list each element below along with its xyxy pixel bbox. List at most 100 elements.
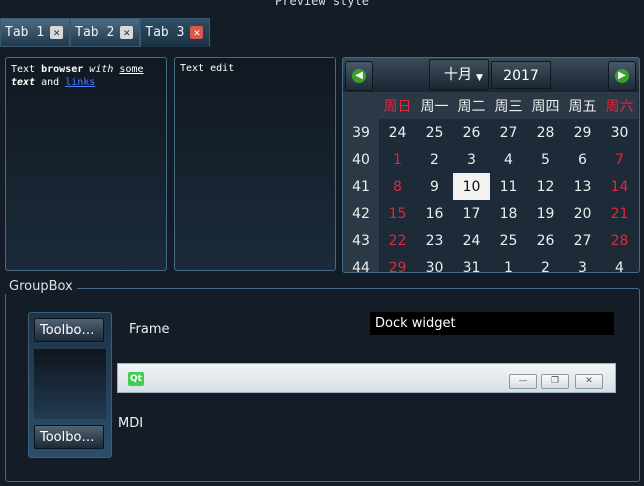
mdi-label: MDI bbox=[118, 416, 144, 431]
tab-label: Tab 2 bbox=[75, 25, 115, 40]
calendar-day[interactable]: 4 bbox=[490, 146, 527, 173]
prev-month-button[interactable]: ◀ bbox=[345, 61, 373, 91]
calendar-day[interactable]: 25 bbox=[416, 119, 453, 146]
calendar-day[interactable]: 5 bbox=[527, 146, 564, 173]
year-selector[interactable]: 2017 bbox=[491, 61, 551, 89]
toolbox-page bbox=[34, 349, 106, 419]
close-icon[interactable]: ✕ bbox=[120, 26, 134, 39]
calendar-widget: ◀ 十月 ▼ 2017 ▶ 周日 周一 周二 周三 周四 周五 周六 39 24 25 26 27 28… bbox=[342, 57, 640, 273]
month-label: 十月 bbox=[444, 67, 472, 83]
dock-widget-title[interactable]: Dock widget bbox=[370, 312, 614, 335]
calendar-day[interactable]: 3 bbox=[564, 254, 601, 273]
minimize-button[interactable]: — bbox=[509, 374, 537, 389]
calendar-day[interactable]: 19 bbox=[527, 200, 564, 227]
calendar-day[interactable]: 8 bbox=[379, 173, 416, 200]
calendar-day[interactable]: 29 bbox=[379, 254, 416, 273]
calendar-day[interactable]: 22 bbox=[379, 227, 416, 254]
calendar-nav-bar: ◀ 十月 ▼ 2017 ▶ bbox=[343, 58, 639, 92]
calendar-day[interactable]: 20 bbox=[564, 200, 601, 227]
month-selector[interactable]: 十月 ▼ bbox=[429, 59, 489, 90]
week-number: 44 bbox=[343, 254, 379, 272]
week-number: 43 bbox=[343, 227, 379, 254]
calendar-day[interactable]: 2 bbox=[416, 146, 453, 173]
calendar-day[interactable]: 15 bbox=[379, 200, 416, 227]
calendar-day[interactable]: 17 bbox=[453, 200, 490, 227]
calendar-corner bbox=[343, 92, 379, 119]
calendar-day[interactable]: 1 bbox=[379, 146, 416, 173]
calendar-day[interactable]: 6 bbox=[564, 146, 601, 173]
calendar-day[interactable]: 29 bbox=[564, 119, 601, 146]
calendar-day[interactable]: 27 bbox=[564, 227, 601, 254]
tab-bar: Tab 1 ✕ Tab 2 ✕ Tab 3 ✕ bbox=[0, 18, 230, 47]
weekday-header: 周四 bbox=[527, 92, 564, 119]
qt-logo-icon: Qt bbox=[128, 372, 144, 386]
text-browser[interactable]: Text browser with some text and links bbox=[5, 57, 167, 271]
tab-2[interactable]: Tab 2 ✕ bbox=[70, 18, 141, 47]
calendar-day[interactable]: 28 bbox=[601, 227, 638, 254]
calendar-day[interactable]: 13 bbox=[564, 173, 601, 200]
calendar-day[interactable]: 24 bbox=[453, 227, 490, 254]
arrow-right-icon: ▶ bbox=[615, 69, 629, 83]
calendar-day[interactable]: 9 bbox=[416, 173, 453, 200]
calendar-day[interactable]: 26 bbox=[453, 119, 490, 146]
weekday-header: 周日 bbox=[379, 92, 416, 119]
tab-label: Tab 3 bbox=[145, 25, 185, 40]
week-number: 39 bbox=[343, 119, 379, 146]
calendar-day[interactable]: 11 bbox=[490, 173, 527, 200]
calendar-grid: 周日 周一 周二 周三 周四 周五 周六 39 24 25 26 27 28 29 30 40 1 2 3 4 5 6 7 4… bbox=[343, 92, 638, 273]
weekday-header: 周六 bbox=[601, 92, 638, 119]
weekday-header: 周五 bbox=[564, 92, 601, 119]
calendar-day[interactable]: 1 bbox=[490, 254, 527, 273]
text-bold: browser bbox=[41, 64, 84, 75]
week-number: 40 bbox=[343, 146, 379, 173]
calendar-day[interactable]: 30 bbox=[416, 254, 453, 273]
tab-3[interactable]: Tab 3 ✕ bbox=[140, 18, 211, 47]
calendar-day[interactable]: 10 bbox=[453, 173, 490, 200]
calendar-day[interactable]: 16 bbox=[416, 200, 453, 227]
calendar-day[interactable]: 4 bbox=[601, 254, 638, 273]
calendar-day[interactable]: 24 bbox=[379, 119, 416, 146]
weekday-header: 周一 bbox=[416, 92, 453, 119]
calendar-day[interactable]: 21 bbox=[601, 200, 638, 227]
week-number: 42 bbox=[343, 200, 379, 227]
calendar-day[interactable]: 30 bbox=[601, 119, 638, 146]
text-bold-italic: text bbox=[11, 77, 36, 88]
calendar-day[interactable]: 18 bbox=[490, 200, 527, 227]
calendar-day[interactable]: 14 bbox=[601, 173, 638, 200]
text-edit-content: Text edit bbox=[180, 63, 235, 74]
toolbox: Toolbo… Toolbo… bbox=[28, 312, 112, 458]
calendar-day[interactable]: 28 bbox=[527, 119, 564, 146]
restore-button[interactable]: ❐ bbox=[541, 374, 569, 389]
calendar-day[interactable]: 7 bbox=[601, 146, 638, 173]
calendar-day[interactable]: 3 bbox=[453, 146, 490, 173]
mdi-subwindow-titlebar[interactable]: Qt — ❐ ✕ bbox=[117, 363, 616, 393]
window-title: Preview style bbox=[275, 0, 369, 8]
calendar-day[interactable]: 23 bbox=[416, 227, 453, 254]
close-icon[interactable]: ✕ bbox=[50, 26, 64, 39]
text-edit[interactable]: Text edit bbox=[174, 57, 336, 271]
calendar-day[interactable]: 25 bbox=[490, 227, 527, 254]
groupbox-title: GroupBox bbox=[5, 279, 77, 294]
toolbox-page-button[interactable]: Toolbo… bbox=[34, 425, 104, 449]
toolbox-page-button[interactable]: Toolbo… bbox=[34, 318, 104, 342]
close-button[interactable]: ✕ bbox=[575, 374, 603, 389]
calendar-day[interactable]: 26 bbox=[527, 227, 564, 254]
frame-label: Frame bbox=[129, 322, 170, 337]
week-number: 41 bbox=[343, 173, 379, 200]
calendar-day[interactable]: 27 bbox=[490, 119, 527, 146]
calendar-day[interactable]: 12 bbox=[527, 173, 564, 200]
arrow-left-icon: ◀ bbox=[352, 69, 366, 83]
dropdown-arrow-icon: ▼ bbox=[476, 73, 483, 83]
calendar-day[interactable]: 31 bbox=[453, 254, 490, 273]
tab-1[interactable]: Tab 1 ✕ bbox=[0, 18, 71, 47]
weekday-header: 周三 bbox=[490, 92, 527, 119]
text-italic: with bbox=[89, 64, 114, 75]
calendar-day[interactable]: 2 bbox=[527, 254, 564, 273]
text-run: Text bbox=[11, 64, 42, 75]
next-month-button[interactable]: ▶ bbox=[608, 61, 636, 91]
text-link[interactable]: links bbox=[65, 77, 95, 88]
tab-label: Tab 1 bbox=[5, 25, 45, 40]
text-underline: some bbox=[119, 64, 144, 75]
close-icon[interactable]: ✕ bbox=[190, 26, 204, 39]
text-run: and bbox=[35, 77, 66, 88]
